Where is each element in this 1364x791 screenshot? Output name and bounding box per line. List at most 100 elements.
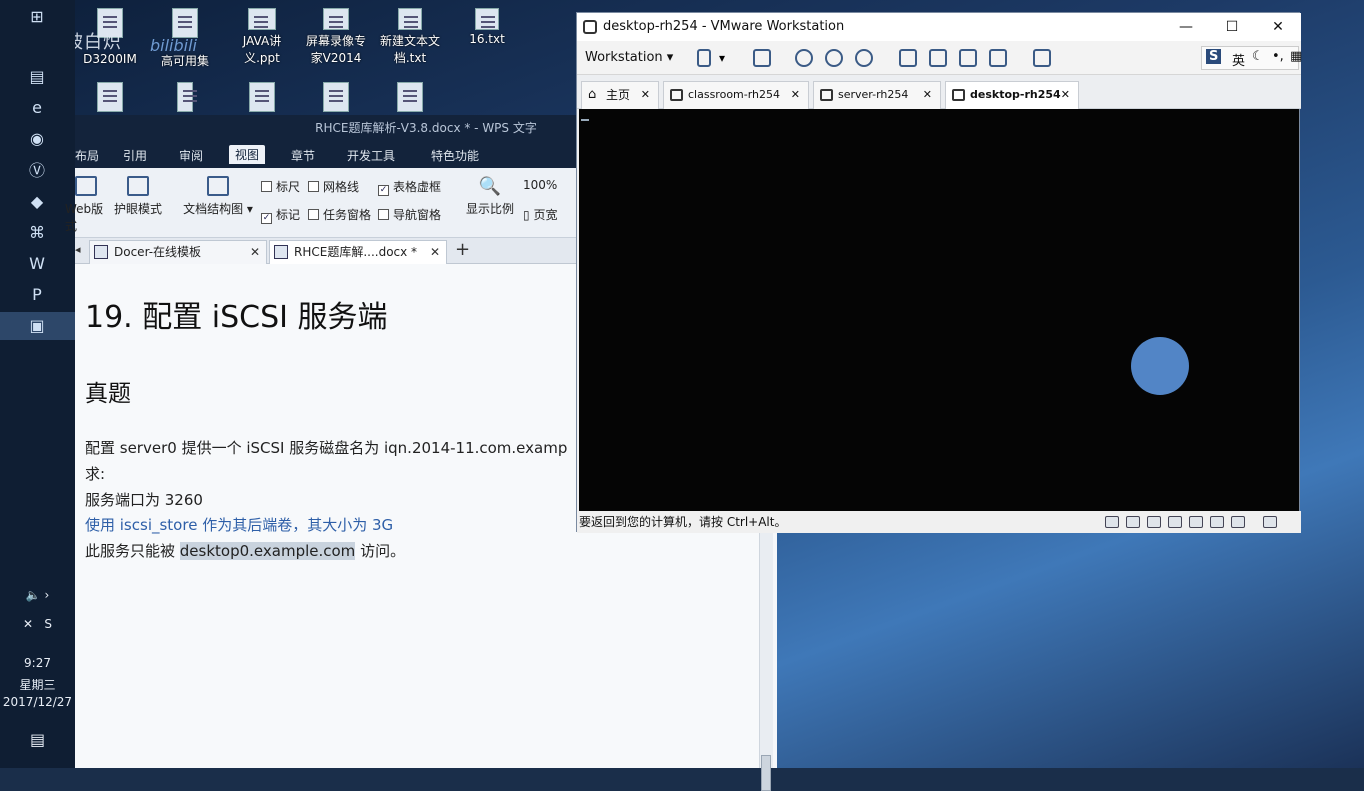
tray-icons[interactable]: ✕ S <box>0 617 75 631</box>
menu-view[interactable]: 视图 <box>229 145 266 164</box>
pause-icon[interactable] <box>697 49 711 67</box>
maximize-button[interactable]: ☐ <box>1209 13 1255 41</box>
checkbox-ruler[interactable]: 标尺 <box>261 178 300 195</box>
checkbox-checked-icon: ✓ <box>378 185 389 196</box>
snapshot-manager-icon[interactable] <box>855 49 873 67</box>
network-adapter-icon[interactable] <box>1168 516 1182 528</box>
moon-icon[interactable]: ☾ <box>1252 49 1264 64</box>
desktop-icon-new-txt[interactable]: 新建文本文档.txt <box>370 8 450 66</box>
close-icon[interactable]: ✕ <box>641 82 650 108</box>
doc-structure-icon <box>207 176 229 196</box>
checkbox-nav-pane[interactable]: 导航窗格 <box>378 206 441 223</box>
tab-docer[interactable]: Docer-在线模板 ✕ <box>89 240 267 264</box>
tab-rhce-doc[interactable]: RHCE题库解....docx * ✕ <box>269 240 447 264</box>
sogou-icon[interactable]: S <box>1206 49 1222 64</box>
menu-layout[interactable]: 布局 <box>75 147 99 164</box>
desktop-icon-row2-3[interactable] <box>222 82 302 114</box>
eye-care-button[interactable]: 护眼模式 <box>113 176 163 217</box>
desktop-icon-row2-2[interactable] <box>145 82 225 114</box>
hdd-icon[interactable] <box>1105 516 1119 528</box>
tab-classroom[interactable]: classroom-rh254 ✕ <box>663 81 809 109</box>
desktop-icon-16-txt[interactable]: 16.txt <box>447 8 527 46</box>
desktop-icon-row2-4[interactable] <box>296 82 376 114</box>
checkbox-icon <box>261 181 272 192</box>
wps-w-icon[interactable]: W <box>24 251 50 277</box>
windows-start-icon[interactable]: ⊞ <box>24 4 50 30</box>
checkbox-markup[interactable]: ✓ 标记 <box>261 206 300 224</box>
usb-icon[interactable] <box>1189 516 1203 528</box>
file-icon <box>249 82 275 112</box>
console-view-icon[interactable] <box>929 49 947 67</box>
doc-structure-button[interactable]: 文档结构图 ▾ <box>181 176 255 217</box>
snapshot-icon[interactable] <box>795 49 813 67</box>
desktop-icon-row2-1[interactable] <box>70 82 150 114</box>
notification-icon[interactable]: ▤ <box>0 730 75 749</box>
checkbox-icon <box>308 209 319 220</box>
status-text: 要返回到您的计算机，请按 Ctrl+Alt。 <box>579 515 787 529</box>
checkbox-table-gridlines[interactable]: ✓ 表格虚框 <box>378 178 441 196</box>
menu-chapter[interactable]: 章节 <box>291 147 315 164</box>
zoom-100-button[interactable]: 100% <box>523 178 557 192</box>
close-icon[interactable]: ✕ <box>791 82 800 108</box>
web-layout-button[interactable]: Web版式 <box>65 176 107 234</box>
keyboard-icon[interactable]: ▦ <box>1290 49 1302 64</box>
folder-icon[interactable]: ▤ <box>24 64 50 90</box>
vmware-icon[interactable]: ▣ <box>24 313 50 339</box>
ime-lang[interactable]: 英 <box>1232 50 1245 69</box>
minimize-button[interactable]: — <box>1163 13 1209 41</box>
menu-review[interactable]: 审阅 <box>179 147 203 164</box>
menu-references[interactable]: 引用 <box>123 147 147 164</box>
display-icon[interactable] <box>1231 516 1245 528</box>
tab-desktop[interactable]: desktop-rh254 ✕ <box>945 81 1079 109</box>
new-tab-button[interactable]: + <box>455 239 470 260</box>
desktop-icon-java-ppt[interactable]: JAVA讲义.ppt <box>222 8 302 66</box>
ie-icon[interactable]: e <box>24 95 50 121</box>
vmware-window: desktop-rh254 - VMware Workstation — ☐ ✕… <box>576 12 1302 533</box>
close-icon[interactable]: ✕ <box>1061 82 1070 108</box>
watermark-brand: bilibili <box>150 36 197 55</box>
menu-developer[interactable]: 开发工具 <box>347 147 395 164</box>
close-button[interactable]: ✕ <box>1255 13 1301 41</box>
clock-time[interactable]: 9:27 <box>0 656 75 670</box>
doc-link[interactable]: desktop0.example.com <box>179 542 356 560</box>
unity-icon[interactable] <box>989 49 1007 67</box>
tab-scroll-left[interactable]: ◂ <box>75 243 81 256</box>
hdd2-icon[interactable] <box>1126 516 1140 528</box>
zoom-button[interactable]: 🔍 显示比例 <box>464 176 516 217</box>
message-icon[interactable] <box>1263 516 1277 528</box>
close-icon[interactable]: ✕ <box>923 82 932 108</box>
wps-p-icon[interactable]: P <box>24 282 50 308</box>
volume-icon[interactable]: 🔈 › <box>0 588 75 602</box>
page-width-button[interactable]: ▯ 页宽 <box>523 206 557 223</box>
revert-snapshot-icon[interactable] <box>825 49 843 67</box>
checkbox-gridlines[interactable]: 网格线 <box>308 178 359 195</box>
vc-icon[interactable]: Ⓥ <box>24 158 50 184</box>
desktop-icon-row2-5[interactable] <box>370 82 450 114</box>
doc-heading: 19. 配置 iSCSI 服务端 <box>85 300 388 335</box>
recorder-app-icon <box>323 8 349 30</box>
menu-features[interactable]: 特色功能 <box>431 147 479 164</box>
ime-toolbar[interactable]: S 英 ☾ •, ▦ <box>1201 46 1302 70</box>
sound-icon[interactable] <box>1210 516 1224 528</box>
fullscreen-icon[interactable] <box>959 49 977 67</box>
library-icon[interactable] <box>899 49 917 67</box>
network-icon[interactable]: ⌘ <box>24 220 50 246</box>
view-toggle-icon[interactable] <box>1033 49 1051 67</box>
doc-line: 使用 iscsi_store 作为其后端卷，其大小为 3G <box>85 516 394 534</box>
punctuation-icon[interactable]: •, <box>1272 49 1284 64</box>
vm-tabs: ⌂ 主页 ✕ classroom-rh254 ✕ server-rh254 ✕ desk… <box>577 75 1301 109</box>
send-ctrl-alt-del-icon[interactable] <box>753 49 771 67</box>
app-icon[interactable]: ◆ <box>24 189 50 215</box>
tab-server[interactable]: server-rh254 ✕ <box>813 81 941 109</box>
close-icon[interactable]: ✕ <box>250 241 260 263</box>
tab-home[interactable]: ⌂ 主页 ✕ <box>581 81 659 109</box>
checkbox-task-pane[interactable]: 任务窗格 <box>308 206 371 223</box>
desktop-icon-recorder[interactable]: 屏幕录像专家V2014 <box>296 8 376 66</box>
scrollbar-thumb[interactable] <box>761 755 771 791</box>
browser-icon[interactable]: ◉ <box>24 126 50 152</box>
close-icon[interactable]: ✕ <box>430 241 440 263</box>
chevron-down-icon[interactable]: ▾ <box>719 51 725 65</box>
cdrom-icon[interactable] <box>1147 516 1161 528</box>
workstation-menu[interactable]: Workstation ▾ <box>585 50 673 65</box>
vm-screen[interactable] <box>579 109 1299 511</box>
